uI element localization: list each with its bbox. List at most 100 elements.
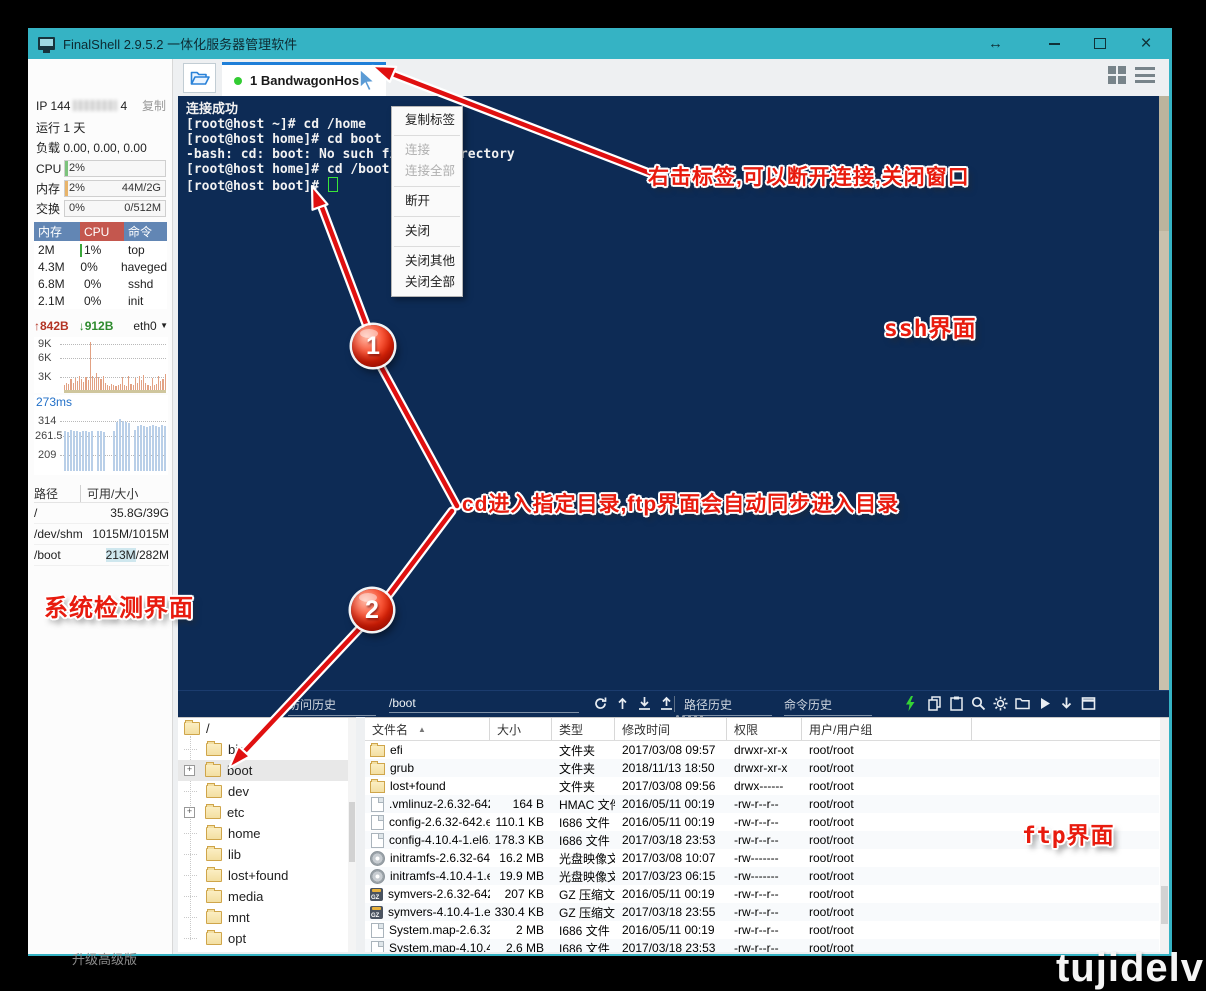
copy-ip-button[interactable]: 复制 <box>142 97 166 114</box>
file-row-lost+found[interactable]: lost+found文件夹2017/03/08 09:56drwx------r… <box>365 777 1159 795</box>
directory-tree[interactable]: /bin+bootdev+etchomeliblost+foundmediamn… <box>178 717 356 952</box>
copy-icon[interactable] <box>926 695 943 712</box>
tree-item-home[interactable]: home <box>178 823 356 844</box>
maximize-button[interactable] <box>1077 28 1123 59</box>
net-bar <box>79 376 80 390</box>
tree-item-/[interactable]: / <box>178 718 356 739</box>
file-row-efi[interactable]: efi文件夹2017/03/08 09:57drwxr-xr-xroot/roo… <box>365 741 1159 759</box>
hamburger-menu-icon[interactable] <box>1135 67 1155 83</box>
net-bar <box>122 377 123 390</box>
file-col-header-1[interactable]: 大小 <box>490 718 552 740</box>
download-rate: ↓912B <box>79 319 114 333</box>
file-row-symvers-4.10.4-1.el6....[interactable]: symvers-4.10.4-1.el6....330.4 KBGZ 压缩文件2… <box>365 903 1159 921</box>
search-icon[interactable] <box>970 695 987 712</box>
resize-icon[interactable]: ↔ <box>988 35 1003 52</box>
process-cell: 0% <box>76 260 117 274</box>
path-history-dropdown[interactable]: 路径历史 <box>684 696 772 716</box>
file-row-System.map-4.10.4-1...[interactable]: System.map-4.10.4-1...2.6 MBI686 文件2017/… <box>365 939 1159 952</box>
file-row-initramfs-2.6.32-642.e...[interactable]: initramfs-2.6.32-642.e...16.2 MB光盘映像文...… <box>365 849 1159 867</box>
menu-item-连接全部[interactable]: 连接全部 <box>392 161 462 182</box>
close-button[interactable]: × <box>1123 28 1169 59</box>
tree-scrollbar[interactable] <box>348 718 356 952</box>
tree-item-opt[interactable]: opt <box>178 928 356 949</box>
command-history-dropdown[interactable]: 命令历史 <box>784 696 872 716</box>
run-icon[interactable] <box>1036 695 1053 712</box>
net-bar <box>100 379 101 390</box>
meter-label: CPU <box>36 162 64 176</box>
process-row[interactable]: 4.3M0%haveged <box>34 258 167 275</box>
file-row-initramfs-4.10.4-1.el6....[interactable]: initramfs-4.10.4-1.el6....19.9 MB光盘映像文..… <box>365 867 1159 885</box>
menu-item-关闭其他[interactable]: 关闭其他 <box>392 251 462 272</box>
upload-icon[interactable] <box>658 695 675 712</box>
file-list-header[interactable]: 文件名▲大小类型修改时间权限用户/用户组 <box>365 718 1169 741</box>
file-col-header-5[interactable]: 用户/用户组 <box>802 718 972 740</box>
file-col-header-4[interactable]: 权限 <box>727 718 802 740</box>
process-cell: sshd <box>124 277 167 291</box>
file-name-cell: config-2.6.32-642.el6.... <box>365 815 490 830</box>
grid-view-icon[interactable] <box>1108 66 1127 85</box>
open-connection-button[interactable] <box>183 63 216 93</box>
process-row[interactable]: 2M1%top <box>34 241 167 258</box>
file-row-.vmlinuz-2.6.32-642.el...[interactable]: .vmlinuz-2.6.32-642.el...164 BHMAC 文件201… <box>365 795 1159 813</box>
file-col-header-0[interactable]: 文件名▲ <box>365 718 490 740</box>
visit-history-dropdown[interactable]: 访问历史 <box>288 696 376 716</box>
menu-item-复制标签[interactable]: 复制标签 <box>392 110 462 131</box>
flash-sync-icon[interactable] <box>902 695 919 712</box>
process-col-header[interactable]: 内存 <box>34 222 80 241</box>
panel-splitter[interactable] <box>356 717 365 952</box>
upgrade-link[interactable]: 升级高级版 <box>72 949 137 968</box>
menu-item-连接[interactable]: 连接 <box>392 140 462 161</box>
file-name-cell: symvers-2.6.32-642.el... <box>365 887 490 901</box>
path-input[interactable]: /boot <box>389 696 579 713</box>
tree-item-dev[interactable]: dev <box>178 781 356 802</box>
tree-item-bin[interactable]: bin <box>178 739 356 760</box>
expander-icon[interactable]: + <box>184 765 195 776</box>
window-layout-icon[interactable] <box>1080 695 1097 712</box>
ping-bar <box>97 431 99 471</box>
parent-dir-icon[interactable] <box>614 695 631 712</box>
file-size-cell: 330.4 KB <box>490 905 552 919</box>
expander-icon[interactable]: + <box>184 807 195 818</box>
net-bar <box>75 378 76 390</box>
tree-item-media[interactable]: media <box>178 886 356 907</box>
refresh-icon[interactable] <box>592 695 609 712</box>
settings-gear-icon[interactable] <box>992 695 1009 712</box>
title-bar[interactable]: FinalShell 2.9.5.2 一体化服务器管理软件 ↔ × <box>28 28 1169 59</box>
download-all-icon[interactable] <box>1058 695 1075 712</box>
file-mtime-cell: 2017/03/18 23:53 <box>615 941 727 952</box>
net-bar <box>77 381 78 390</box>
tree-item-lib[interactable]: lib <box>178 844 356 865</box>
minimize-button[interactable] <box>1031 28 1077 59</box>
terminal-scrollbar[interactable] <box>1159 96 1169 690</box>
menu-item-关闭全部[interactable]: 关闭全部 <box>392 272 462 293</box>
net-bar <box>70 379 71 390</box>
menu-item-关闭[interactable]: 关闭 <box>392 221 462 242</box>
interface-select[interactable]: eth0 ▼ <box>133 319 168 333</box>
process-col-header[interactable]: CPU <box>80 222 124 241</box>
paste-icon[interactable] <box>948 695 965 712</box>
file-type-cell: I686 文件 <box>552 814 615 831</box>
menu-item-断开[interactable]: 断开 <box>392 191 462 212</box>
tree-item-etc[interactable]: +etc <box>178 802 356 823</box>
open-local-folder-icon[interactable] <box>1014 695 1031 712</box>
file-row-symvers-2.6.32-642.el...[interactable]: symvers-2.6.32-642.el...207 KBGZ 压缩文件201… <box>365 885 1159 903</box>
file-col-header-3[interactable]: 修改时间 <box>615 718 727 740</box>
download-icon[interactable] <box>636 695 653 712</box>
file-row-grub[interactable]: grub文件夹2018/11/13 18:50drwxr-xr-xroot/ro… <box>365 759 1159 777</box>
tree-item-mnt[interactable]: mnt <box>178 907 356 928</box>
meter-fill <box>65 161 68 176</box>
tree-item-lost+found[interactable]: lost+found <box>178 865 356 886</box>
process-row[interactable]: 6.8M0%sshd <box>34 275 167 292</box>
file-list-scrollbar[interactable] <box>1160 718 1169 952</box>
net-bar <box>98 377 99 390</box>
ping-bar <box>67 432 69 471</box>
file-col-header-2[interactable]: 类型 <box>552 718 615 740</box>
net-ytick: 9K <box>38 338 51 350</box>
file-row-System.map-2.6.32-6...[interactable]: System.map-2.6.32-6...2 MBI686 文件2016/05… <box>365 921 1159 939</box>
maximize-icon <box>1094 38 1106 49</box>
process-col-header[interactable]: 命令 <box>124 222 167 241</box>
tree-item-boot[interactable]: +boot <box>178 760 356 781</box>
process-row[interactable]: 2.1M0%init <box>34 292 167 309</box>
net-bar <box>88 380 89 390</box>
net-bar <box>165 374 166 390</box>
